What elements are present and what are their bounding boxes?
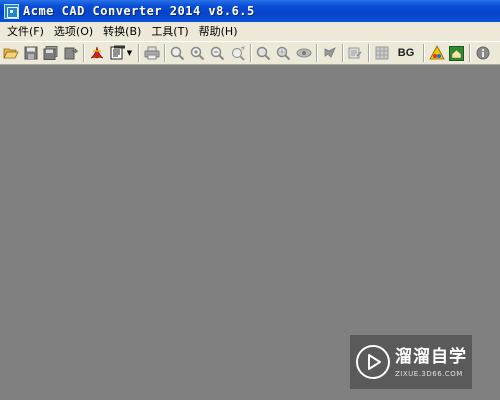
toolbar-separator — [469, 44, 471, 62]
menu-bar: 文件(F) 选项(O) 转换(B) 工具(T) 帮助(H) — [0, 22, 500, 41]
toolbar-separator — [342, 44, 344, 62]
home-icon — [449, 45, 464, 61]
zoom-out-icon — [170, 46, 185, 60]
background-button[interactable]: BG — [392, 44, 420, 63]
zoom-extents-button[interactable] — [228, 44, 247, 63]
pdf-button[interactable] — [87, 44, 106, 63]
print-button[interactable] — [142, 44, 161, 63]
info-icon — [476, 46, 489, 60]
save-all-button[interactable] — [41, 44, 60, 63]
zoom-out-button[interactable] — [168, 44, 187, 63]
batch-convert-button[interactable]: ▼ — [107, 44, 135, 63]
properties-icon — [348, 47, 362, 59]
pdf-icon — [90, 46, 103, 59]
toolbar-separator — [250, 44, 252, 62]
print-icon — [144, 46, 159, 60]
layers-button[interactable] — [320, 44, 339, 63]
measure-button[interactable] — [427, 44, 446, 63]
find-icon — [256, 46, 271, 60]
play-icon — [356, 345, 390, 379]
watermark-url: ZIXUE.3D66.COM — [395, 369, 463, 378]
view-icon — [296, 48, 311, 58]
about-button[interactable] — [473, 44, 492, 63]
layers-icon — [324, 46, 336, 58]
background-label: BG — [397, 47, 415, 59]
view-button[interactable] — [294, 44, 313, 63]
window-title: Acme CAD Converter 2014 v8.6.5 — [23, 4, 255, 18]
properties-button[interactable] — [346, 44, 365, 63]
measure-icon — [428, 45, 445, 60]
menu-help[interactable]: 帮助(H) — [194, 22, 243, 41]
zoom-extents-icon — [231, 45, 245, 61]
chevron-down-icon[interactable]: ▼ — [127, 49, 132, 57]
home-button[interactable] — [447, 44, 466, 63]
zoom-in-icon — [190, 46, 205, 60]
toolbar-separator — [164, 44, 166, 62]
export-icon — [64, 47, 78, 60]
toolbar: ▼ BG — [0, 41, 500, 65]
grid-icon — [375, 46, 388, 60]
pan-button[interactable] — [274, 44, 293, 63]
title-bar[interactable]: Acme CAD Converter 2014 v8.6.5 — [0, 0, 500, 22]
save-all-icon — [43, 46, 58, 60]
watermark-brand: 溜溜自学 — [395, 346, 467, 367]
menu-convert[interactable]: 转换(B) — [98, 22, 146, 41]
grid-button[interactable] — [372, 44, 391, 63]
zoom-window-icon — [210, 46, 225, 60]
find-button[interactable] — [254, 44, 273, 63]
app-icon[interactable] — [4, 3, 19, 19]
menu-options[interactable]: 选项(O) — [49, 22, 98, 41]
watermark: 溜溜自学 ZIXUE.3D66.COM — [350, 335, 472, 389]
toolbar-separator — [316, 44, 318, 62]
menu-file[interactable]: 文件(F) — [2, 22, 49, 41]
zoom-window-button[interactable] — [208, 44, 227, 63]
toolbar-separator — [368, 44, 370, 62]
pan-icon — [276, 46, 291, 60]
export-button[interactable] — [61, 44, 80, 63]
menu-tools[interactable]: 工具(T) — [146, 22, 193, 41]
zoom-in-button[interactable] — [188, 44, 207, 63]
watermark-text: 溜溜自学 ZIXUE.3D66.COM — [395, 347, 467, 378]
toolbar-separator — [83, 44, 85, 62]
save-button[interactable] — [21, 44, 40, 63]
batch-icon — [110, 45, 125, 60]
save-icon — [24, 46, 37, 60]
open-button[interactable] — [1, 44, 20, 63]
toolbar-separator — [423, 44, 425, 62]
open-icon — [2, 48, 19, 59]
toolbar-separator — [138, 44, 140, 62]
